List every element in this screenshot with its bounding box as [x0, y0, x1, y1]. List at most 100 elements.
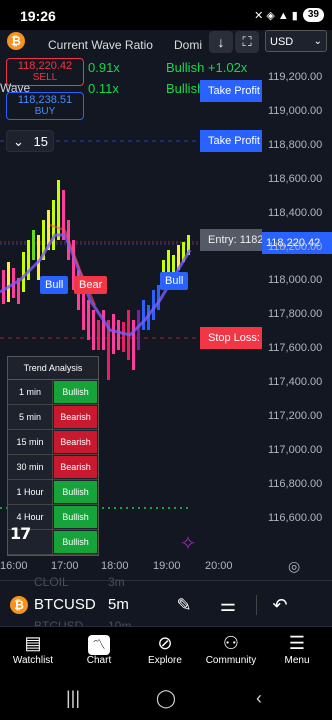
btc-logo-icon: ₿ — [10, 596, 28, 614]
quantity-selector[interactable]: ⌄ 15 — [6, 130, 54, 152]
price-axis-label: 118,800.00 — [268, 138, 323, 151]
trend-row: 5 min Bearish — [8, 405, 98, 430]
trend-status: Bearish — [54, 456, 97, 478]
drawing-pen-icon[interactable]: ✎ — [170, 591, 198, 619]
fullscreen-icon[interactable]: ⛶ — [235, 31, 259, 53]
bull-signal: Bull — [160, 272, 189, 290]
buy-price: 118,238.51 — [17, 94, 73, 106]
compass-icon: ⊘ — [157, 633, 173, 653]
trend-timeframe: 1 Hour — [8, 480, 53, 504]
recent-apps-icon[interactable]: ||| — [58, 686, 88, 710]
trend-table-title: Trend Analysis — [8, 357, 98, 380]
wave-ratio-2: 0.11x — [88, 81, 119, 96]
price-axis-label: 116,600.00 — [268, 511, 323, 524]
prev-symbol-ghost: CLOIL — [34, 575, 69, 589]
price-axis-label: 118,600.00 — [268, 172, 323, 185]
collapse-down-icon[interactable]: ↓ — [209, 31, 233, 53]
indicator-title: Current Wave Ratio — [48, 38, 153, 52]
symbol-toolbar: CLOIL 3m ₿ BTCUSD 5m ✎ ⚌ ↶ BTCUSD 10m — [0, 575, 332, 633]
trend-status: Bearish — [54, 406, 97, 428]
chart-icon: 〽 — [66, 631, 132, 655]
price-axis-label: 117,800.00 — [268, 308, 323, 321]
trend-status: Bullish — [54, 481, 97, 503]
currency-value: USD — [270, 36, 294, 48]
btc-logo-icon: ₿ — [7, 32, 25, 50]
magic-wand-icon[interactable]: ✧ — [176, 532, 200, 556]
community-icon: ⚇ — [222, 633, 240, 653]
tab-label: Community — [205, 655, 257, 666]
trend-row: 15 min Bearish — [8, 430, 98, 455]
watchlist-icon: ▤ — [24, 633, 42, 653]
bull-signal: Bull — [40, 276, 69, 294]
price-axis-label: 119,000.00 — [268, 104, 323, 117]
bottom-tab-bar: ▤ Watchlist 〽 Chart ⊘ Explore ⚇ Communit… — [0, 626, 332, 677]
sell-price: 118,220.42 — [17, 60, 73, 72]
dominance-2: Bullish — [166, 81, 205, 96]
price-axis-label: 117,400.00 — [268, 376, 323, 389]
buy-button[interactable]: 118,238.51 BUY — [6, 92, 84, 120]
trend-row: 1 min Bullish — [8, 380, 98, 405]
time-axis-label: 17:00 — [51, 560, 79, 572]
price-axis-label: 119,200.00 — [268, 71, 323, 83]
home-icon[interactable]: ◯ — [151, 686, 181, 710]
price-axis-label: 118,200.00 — [268, 240, 323, 253]
trend-status: Bullish — [54, 531, 97, 553]
status-icon-glyphs: ✕ ◈ ▲ ▮ — [254, 9, 298, 22]
indicators-icon[interactable]: ⚌ — [214, 591, 242, 619]
tab-menu[interactable]: ☰ Menu — [264, 631, 330, 666]
status-time: 19:26 — [20, 8, 56, 24]
status-icons: ✕ ◈ ▲ ▮ 39 — [254, 8, 324, 22]
trend-timeframe: 1 min — [8, 380, 53, 404]
trend-timeframe: 15 min — [8, 430, 53, 454]
price-axis-label: 118,400.00 — [268, 206, 323, 219]
dominance-1: Bullish +1.02x — [166, 60, 248, 75]
indicator-title-2: Domi — [174, 38, 203, 52]
currency-select[interactable]: USD ⌄ — [265, 30, 327, 52]
tab-label: Menu — [284, 655, 310, 666]
trend-timeframe: 30 min — [8, 455, 53, 479]
prev-timeframe-ghost: 3m — [108, 575, 125, 589]
battery-icon: 39 — [302, 8, 324, 22]
trend-timeframe: 5 min — [8, 405, 53, 429]
tab-chart[interactable]: 〽 Chart — [66, 631, 132, 666]
tradingview-logo[interactable]: 17 — [10, 524, 31, 543]
price-axis-label: 117,600.00 — [268, 342, 323, 355]
timeframe-selector[interactable]: 5m — [108, 596, 129, 613]
tab-label: Chart — [86, 655, 112, 666]
time-axis-label: 20:00 — [205, 560, 233, 572]
menu-icon: ☰ — [288, 633, 306, 653]
back-icon[interactable]: ‹ — [244, 686, 274, 710]
chevron-down-icon: ⌄ — [13, 134, 24, 149]
price-axis-label: 117,000.00 — [268, 443, 323, 456]
wave-label: Wave — [0, 81, 31, 95]
tab-label: Watchlist — [12, 655, 54, 666]
trend-status: Bullish — [54, 381, 97, 403]
buy-label: BUY — [34, 106, 56, 117]
take-profit-tag-1[interactable]: Take Profit — [200, 80, 262, 102]
entry-tag[interactable]: Entry: 118220 — [200, 229, 262, 251]
price-axis-label: 118,000.00 — [268, 274, 323, 287]
toolbar-divider — [256, 595, 257, 615]
tab-watchlist[interactable]: ▤ Watchlist — [0, 631, 66, 666]
price-axis-label: 117,200.00 — [268, 410, 323, 422]
symbol-name[interactable]: BTCUSD — [34, 596, 96, 613]
time-axis-label: 19:00 — [153, 560, 181, 572]
undo-icon[interactable]: ↶ — [266, 591, 294, 619]
chevron-down-icon: ⌄ — [313, 36, 322, 47]
chart-settings-icon[interactable]: ◎ — [288, 558, 304, 574]
bear-signal: Bear — [74, 276, 108, 294]
stop-loss-tag[interactable]: Stop Loss: — [200, 327, 262, 349]
status-bar: 19:26 ✕ ◈ ▲ ▮ 39 — [0, 0, 332, 30]
time-axis-label: 18:00 — [101, 560, 129, 572]
wave-ratio-1: 0.91x — [88, 60, 120, 75]
tab-explore[interactable]: ⊘ Explore — [132, 631, 198, 666]
tab-community[interactable]: ⚇ Community — [198, 631, 264, 666]
trend-row: 30 min Bearish — [8, 455, 98, 480]
take-profit-tag-2[interactable]: Take Profit — [200, 130, 262, 152]
trend-row: 1 Hour Bullish — [8, 480, 98, 505]
system-nav-bar: ||| ◯ ‹ — [0, 676, 332, 720]
tab-label: Explore — [148, 655, 182, 666]
quantity-value: 15 — [33, 134, 48, 149]
price-axis-label: 116,800.00 — [268, 477, 323, 490]
time-axis-label: 16:00 — [0, 560, 28, 572]
